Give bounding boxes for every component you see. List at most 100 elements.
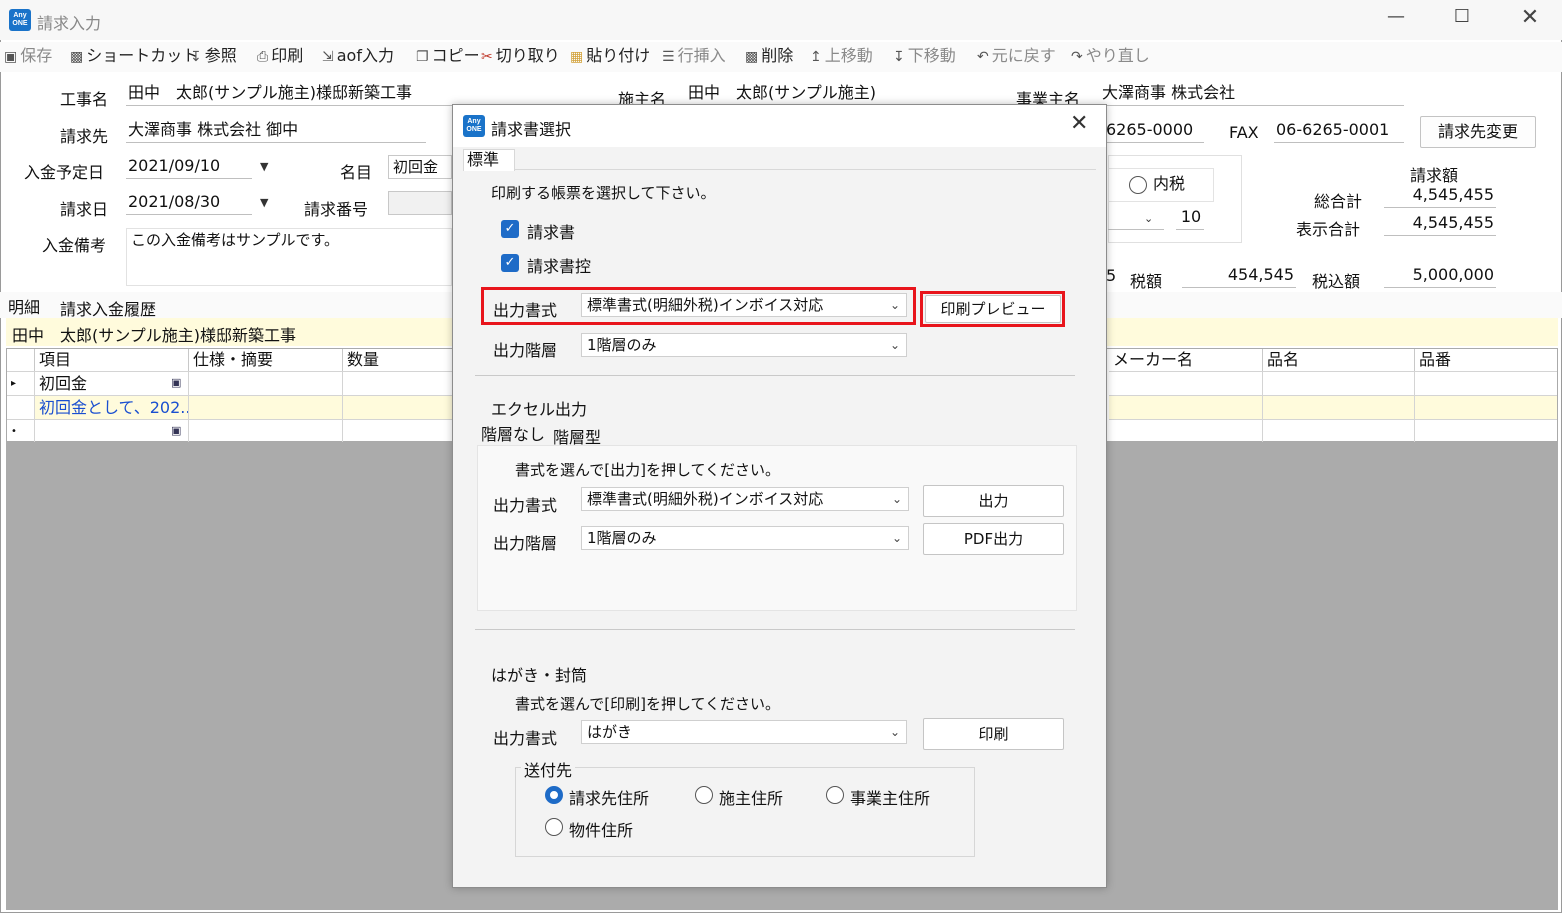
postcard-format-label: 出力書式: [493, 729, 558, 748]
radio-business-address[interactable]: [826, 786, 844, 804]
tax-included-option[interactable]: 内税: [1108, 168, 1214, 202]
table-cell[interactable]: [189, 371, 343, 395]
table-cell[interactable]: [1263, 395, 1415, 419]
insert-row-icon: ☰: [662, 49, 675, 65]
table-cell[interactable]: [343, 395, 453, 419]
delete-button[interactable]: ▩ 削除: [745, 42, 793, 70]
business-name-field[interactable]: 大澤商事 株式会社: [1100, 82, 1404, 106]
print-preview-button[interactable]: 印刷プレビュー: [925, 295, 1061, 323]
dialog-title: 請求書選択: [491, 120, 572, 139]
window-title: 請求入力: [37, 14, 102, 33]
grid-header-spec[interactable]: 仕様・摘要: [189, 349, 343, 371]
row-selector[interactable]: [7, 395, 35, 419]
save-icon: ▣: [4, 49, 18, 65]
shortcut-button[interactable]: ▩ ショートカット: [70, 42, 198, 70]
table-cell[interactable]: [189, 395, 343, 419]
lookup-icon[interactable]: ▣: [171, 424, 181, 437]
cut-button[interactable]: ✂ 切り取り: [481, 42, 560, 70]
table-row-note[interactable]: 初回金として、202...: [35, 395, 189, 419]
excel-output-button[interactable]: 出力: [923, 485, 1064, 517]
save-button[interactable]: ▣ 保存: [4, 42, 52, 70]
display-total-label: 表示合計: [1296, 220, 1361, 239]
tab-detail[interactable]: 明細: [8, 294, 40, 318]
table-cell[interactable]: [1263, 419, 1415, 443]
invoice-copy-checkbox-label: 請求書控: [527, 257, 592, 276]
radio-property-address[interactable]: [545, 818, 563, 836]
undo-button[interactable]: ↶ 元に戻す: [977, 42, 1056, 70]
lookup-icon[interactable]: ▣: [171, 376, 181, 389]
close-icon[interactable]: ✕: [1510, 5, 1550, 30]
postcard-format-select[interactable]: はがき ⌄: [581, 720, 907, 744]
level-select[interactable]: 1階層のみ ⌄: [581, 333, 907, 357]
table-cell[interactable]: [1109, 395, 1263, 419]
grid-header-qty[interactable]: 数量: [343, 349, 453, 371]
bill-date-field[interactable]: 2021/08/30: [126, 191, 252, 215]
table-cell[interactable]: [1109, 419, 1263, 443]
move-down-button[interactable]: ↧ 下移動: [893, 42, 956, 70]
table-cell[interactable]: [343, 371, 453, 395]
excel-level-select[interactable]: 1階層のみ ⌄: [581, 526, 909, 550]
tel-field[interactable]: 6265-0000: [1104, 119, 1204, 143]
grid-header-item[interactable]: 項目: [35, 349, 189, 371]
aof-input-button[interactable]: ⇲ aof入力: [322, 42, 394, 70]
due-date-field[interactable]: 2021/09/10: [126, 155, 252, 179]
radio-owner-address[interactable]: [695, 786, 713, 804]
table-cell[interactable]: [35, 419, 189, 443]
reference-button[interactable]: ↧ 参照: [190, 42, 237, 70]
excel-format-label: 出力書式: [493, 496, 558, 515]
excel-format-select[interactable]: 標準書式(明細外税)インボイス対応 ⌄: [581, 487, 909, 511]
insert-row-button[interactable]: ☰ 行挿入: [662, 42, 726, 70]
table-row-item[interactable]: 初回金: [35, 371, 189, 395]
due-date-dropdown-icon[interactable]: ▼: [260, 160, 268, 173]
table-cell[interactable]: [1415, 419, 1557, 443]
rounding-select[interactable]: ⌄: [1108, 206, 1164, 230]
postcard-format-value: はがき: [587, 723, 633, 741]
redo-button[interactable]: ↷ やり直し: [1071, 42, 1150, 70]
tab-history[interactable]: 請求入金履歴: [60, 296, 156, 320]
table-cell[interactable]: [1109, 371, 1263, 395]
tab-excel-flat[interactable]: 階層なし: [481, 421, 545, 445]
copy-button[interactable]: ❐ コピー: [416, 42, 480, 70]
tax-rate-field[interactable]: 10: [1176, 206, 1204, 230]
fax-field[interactable]: 06-6265-0001: [1274, 119, 1404, 143]
bill-date-label: 請求日: [60, 200, 109, 219]
note-textarea[interactable]: この入金備考はサンプルです。: [126, 228, 452, 286]
owner-name-field[interactable]: 田中 太郎(サンプル施主): [686, 82, 982, 106]
grid-header-maker[interactable]: メーカー名: [1109, 349, 1263, 371]
invoice-checkbox[interactable]: ✓: [501, 220, 519, 238]
table-cell[interactable]: [1415, 371, 1557, 395]
delete-label: 削除: [761, 46, 794, 65]
billto-label: 請求先: [60, 127, 109, 146]
minimize-icon[interactable]: —: [1376, 6, 1416, 27]
paste-button[interactable]: ▦ 貼り付け: [570, 42, 650, 70]
reference-icon: ↧: [190, 49, 202, 65]
table-cell[interactable]: [1263, 371, 1415, 395]
print-button[interactable]: ⎙ 印刷: [257, 42, 303, 70]
new-row-icon[interactable]: •: [7, 419, 35, 443]
grid-header-product[interactable]: 品名: [1263, 349, 1415, 371]
bill-date-dropdown-icon[interactable]: ▼: [260, 196, 268, 209]
bill-number-field[interactable]: [388, 191, 452, 215]
billto-field[interactable]: 大澤商事 株式会社 御中: [126, 119, 426, 143]
postcard-print-button[interactable]: 印刷: [923, 718, 1064, 750]
row-selector-icon[interactable]: ▸: [7, 371, 35, 395]
table-cell[interactable]: [343, 419, 453, 443]
invoice-copy-checkbox[interactable]: ✓: [501, 254, 519, 272]
copy-label: コピー: [431, 46, 480, 65]
move-up-button[interactable]: ↥ 上移動: [810, 42, 873, 70]
change-billto-button[interactable]: 請求先変更: [1420, 116, 1536, 148]
item-name-field[interactable]: 初回金: [388, 155, 452, 179]
format-select[interactable]: 標準書式(明細外税)インボイス対応 ⌄: [581, 293, 907, 317]
maximize-icon[interactable]: ☐: [1442, 6, 1482, 27]
pdf-output-button[interactable]: PDF出力: [923, 523, 1064, 555]
construction-name-field[interactable]: 田中 太郎(サンプル施主)様邸新築工事: [126, 82, 452, 106]
radio-billto-address[interactable]: [545, 786, 563, 804]
tax-included-radio[interactable]: [1129, 176, 1147, 194]
dialog-close-icon[interactable]: ✕: [1070, 111, 1088, 136]
table-cell[interactable]: [189, 419, 343, 443]
table-cell[interactable]: [1415, 395, 1557, 419]
chevron-down-icon: ⌄: [889, 338, 900, 352]
copy-icon: ❐: [416, 49, 429, 65]
tab-standard[interactable]: 標準: [463, 149, 515, 171]
grid-header-product-no[interactable]: 品番: [1415, 349, 1557, 371]
